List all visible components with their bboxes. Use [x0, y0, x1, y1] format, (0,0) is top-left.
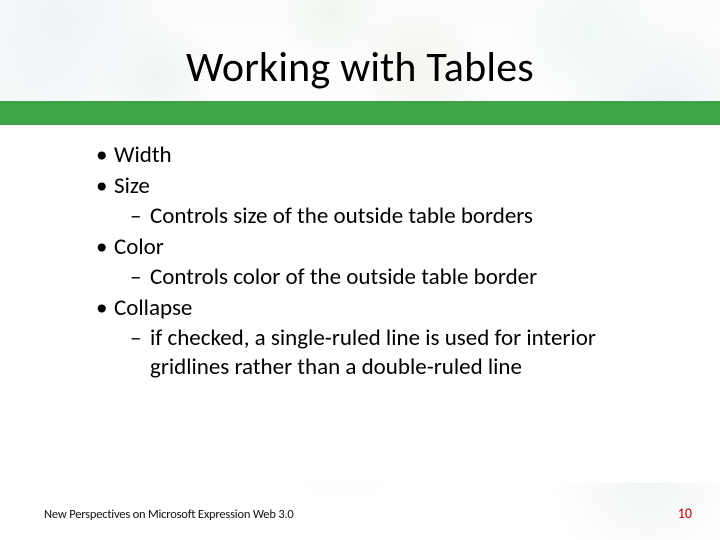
subbullet-size-desc: Controls size of the outside table borde… — [130, 202, 660, 231]
footer: New Perspectives on Microsoft Expression… — [0, 505, 720, 522]
subbullet-text: Controls color of the outside table bord… — [150, 263, 537, 291]
content-body: Width Size Controls size of the outside … — [0, 125, 720, 483]
bullet-width: Width — [96, 141, 660, 170]
footer-page-number: 10 — [678, 505, 692, 522]
title-area: Working with Tables — [0, 0, 720, 93]
slide-title: Working with Tables — [0, 42, 720, 93]
bullet-label: Collapse — [114, 294, 192, 322]
subbullet-text: Controls size of the outside table borde… — [150, 202, 533, 230]
bullet-label: Width — [114, 141, 172, 169]
subbullet-text: if checked, a single-ruled line is used … — [150, 324, 596, 381]
subbullet-color-desc: Controls color of the outside table bord… — [130, 263, 660, 292]
bullet-color: Color — [96, 233, 660, 262]
accent-bar — [0, 101, 720, 125]
bullet-label: Color — [114, 233, 164, 261]
bullet-size: Size — [96, 172, 660, 201]
footer-source: New Perspectives on Microsoft Expression… — [44, 507, 294, 522]
subbullet-collapse-desc: if checked, a single-ruled line is used … — [130, 324, 660, 383]
bullet-collapse: Collapse — [96, 294, 660, 323]
bullet-label: Size — [114, 172, 150, 200]
